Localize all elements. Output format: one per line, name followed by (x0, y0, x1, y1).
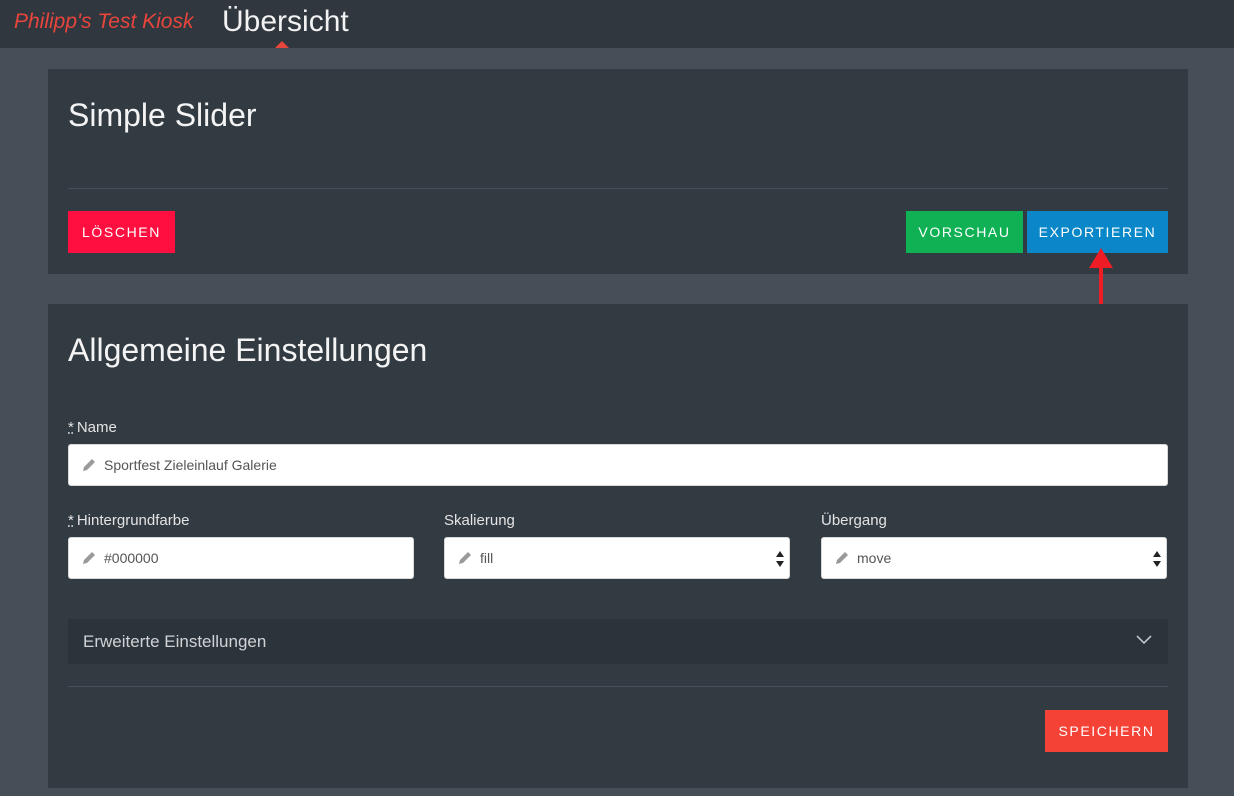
transition-select[interactable]: move (821, 537, 1167, 579)
name-label-text: Name (76, 419, 117, 436)
required-marker: * (68, 512, 74, 529)
top-navbar: Philipp's Test Kiosk Übersicht (0, 0, 1234, 48)
slider-title: Simple Slider (68, 97, 257, 133)
required-marker: * (68, 419, 74, 436)
transition-label: Übergang (821, 512, 887, 529)
name-value: Sportfest Zieleinlauf Galerie (104, 457, 277, 473)
scaling-label: Skalierung (444, 512, 515, 529)
divider (68, 188, 1168, 189)
name-label: * Name (68, 419, 117, 436)
advanced-settings-toggle[interactable]: Erweiterte Einstellungen (68, 619, 1168, 664)
nav-overview[interactable]: Übersicht (222, 5, 349, 39)
export-button[interactable]: EXPORTIEREN (1027, 211, 1168, 253)
pencil-icon (83, 552, 95, 564)
brand-title[interactable]: Philipp's Test Kiosk (14, 10, 193, 34)
select-arrows-icon (1153, 551, 1161, 567)
chevron-down-icon (1136, 635, 1152, 645)
save-button[interactable]: SPEICHERN (1045, 710, 1168, 752)
bg-color-label-text: Hintergrundfarbe (76, 512, 190, 529)
general-settings-card: Allgemeine Einstellungen * Name Sportfest… (48, 304, 1188, 788)
transition-value: move (857, 550, 892, 566)
pencil-icon (83, 459, 95, 471)
bg-color-field[interactable]: #000000 (68, 537, 414, 579)
slider-card: Simple Slider LÖSCHEN VORSCHAU EXPORTIER… (48, 69, 1188, 274)
active-nav-indicator (275, 41, 289, 48)
preview-button[interactable]: VORSCHAU (906, 211, 1023, 253)
bg-color-label: * Hintergrundfarbe (68, 512, 189, 529)
scaling-select[interactable]: fill (444, 537, 790, 579)
settings-title: Allgemeine Einstellungen (68, 332, 428, 368)
bg-color-value: #000000 (104, 550, 159, 566)
select-arrows-icon (776, 551, 784, 567)
scaling-value: fill (480, 550, 494, 566)
pencil-icon (836, 552, 848, 564)
divider (68, 686, 1168, 687)
advanced-settings-label: Erweiterte Einstellungen (83, 632, 267, 651)
name-field[interactable]: Sportfest Zieleinlauf Galerie (68, 444, 1168, 486)
pencil-icon (459, 552, 471, 564)
delete-button[interactable]: LÖSCHEN (68, 211, 175, 253)
